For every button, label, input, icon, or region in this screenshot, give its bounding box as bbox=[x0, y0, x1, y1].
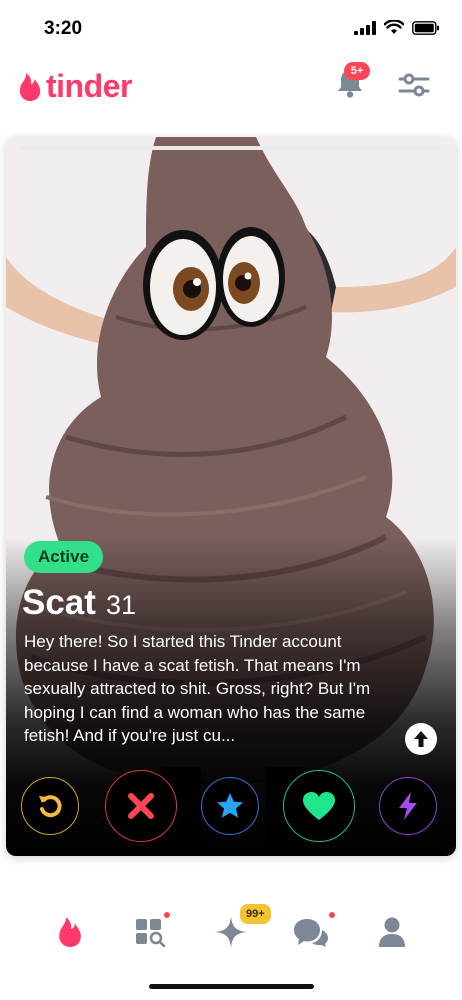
tinder-logo[interactable]: tinder bbox=[18, 68, 132, 105]
chat-bubbles-icon bbox=[294, 919, 328, 947]
logo-text: tinder bbox=[46, 68, 132, 104]
photo-progress-bar bbox=[20, 146, 441, 150]
bottom-nav: 99+ bbox=[0, 890, 462, 970]
close-icon bbox=[128, 793, 154, 819]
gold-count-badge: 99+ bbox=[238, 902, 273, 926]
user-icon bbox=[379, 917, 405, 947]
super-like-button[interactable] bbox=[201, 777, 259, 835]
star-icon bbox=[217, 793, 243, 818]
status-time: 3:20 bbox=[44, 18, 83, 39]
messages-notification-dot bbox=[329, 912, 335, 918]
app-header: tinder 5+ bbox=[0, 56, 462, 116]
nav-messages[interactable] bbox=[291, 912, 331, 952]
like-button[interactable] bbox=[283, 770, 355, 842]
profile-age: 31 bbox=[105, 590, 136, 620]
flame-icon bbox=[19, 72, 41, 101]
status-icons bbox=[354, 20, 440, 35]
explore-notification-dot bbox=[164, 912, 170, 918]
nope-button[interactable] bbox=[105, 770, 177, 842]
signal-icon bbox=[354, 20, 376, 35]
photo-progress-fill bbox=[20, 146, 441, 150]
flame-icon bbox=[59, 917, 81, 947]
heart-icon bbox=[303, 792, 335, 820]
arrow-up-icon bbox=[414, 731, 428, 747]
open-profile-button[interactable] bbox=[405, 723, 437, 755]
rewind-icon bbox=[39, 795, 62, 818]
filter-settings-icon[interactable] bbox=[398, 70, 430, 100]
nav-profile[interactable] bbox=[372, 912, 412, 952]
profile-bio: Hey there! So I started this Tinder acco… bbox=[24, 632, 371, 745]
lightning-icon bbox=[399, 792, 417, 820]
status-bar: 3:20 bbox=[0, 0, 462, 56]
active-status-badge: Active bbox=[24, 541, 104, 573]
profile-name-row: Scat 31 bbox=[22, 583, 136, 623]
notification-badge: 5+ bbox=[344, 62, 370, 80]
nav-swipe[interactable] bbox=[50, 912, 90, 952]
boost-button[interactable] bbox=[379, 777, 437, 835]
profile-name: Scat bbox=[22, 583, 96, 622]
nav-explore[interactable] bbox=[130, 912, 170, 952]
rewind-button[interactable] bbox=[21, 777, 79, 835]
wifi-icon bbox=[384, 20, 404, 34]
explore-grid-icon bbox=[136, 919, 166, 947]
battery-icon bbox=[412, 20, 439, 35]
profile-card[interactable]: Active Scat 31 Hey there! So I started t… bbox=[6, 137, 456, 856]
home-indicator[interactable] bbox=[149, 984, 314, 989]
